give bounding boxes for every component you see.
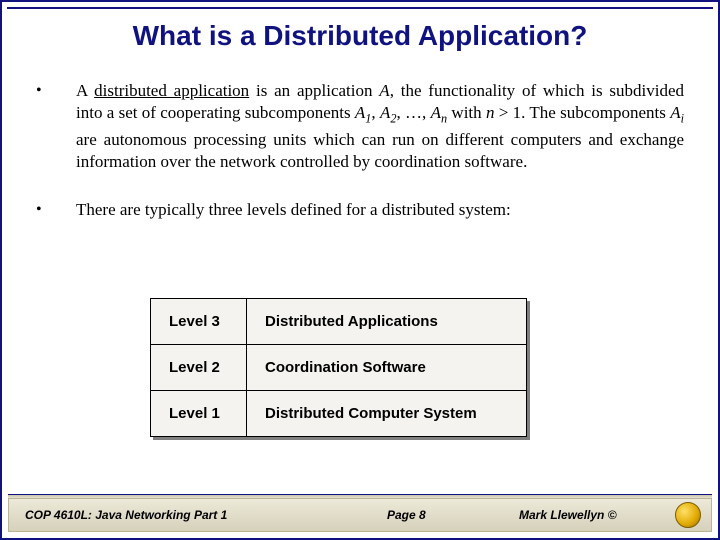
t: ,	[371, 103, 380, 122]
cell-level: Level 3	[151, 299, 247, 345]
bullet-marker: •	[36, 80, 50, 173]
sub-i: i	[681, 111, 684, 125]
slide-body: • A distributed application is an applic…	[36, 80, 684, 247]
slide: What is a Distributed Application? • A d…	[0, 0, 720, 540]
var-A2: A	[380, 103, 390, 122]
t: are autonomous processing units which ca…	[76, 130, 684, 171]
bullet-1: • A distributed application is an applic…	[36, 80, 684, 173]
bullet-2-text: There are typically three levels defined…	[76, 199, 684, 221]
bullet-1-text: A distributed application is an applicat…	[76, 80, 684, 173]
table-row: Level 1 Distributed Computer System	[151, 391, 527, 437]
var-A: A	[379, 81, 389, 100]
bullet-2: • There are typically three levels defin…	[36, 199, 684, 221]
footer-course: COP 4610L: Java Networking Part 1	[25, 508, 227, 522]
var-An: A	[431, 103, 441, 122]
ucf-logo-icon	[675, 502, 701, 528]
var-Ai: A	[670, 103, 680, 122]
t: A	[76, 81, 94, 100]
cell-desc: Distributed Applications	[247, 299, 527, 345]
slide-title: What is a Distributed Application?	[2, 20, 718, 52]
table-row: Level 2 Coordination Software	[151, 345, 527, 391]
var-A1: A	[355, 103, 365, 122]
cell-level: Level 1	[151, 391, 247, 437]
bullet-marker: •	[36, 199, 50, 221]
t: is an application	[249, 81, 379, 100]
footer-page: Page 8	[387, 508, 426, 522]
table-row: Level 3 Distributed Applications	[151, 299, 527, 345]
top-rule	[7, 7, 713, 9]
t: > 1. The subcomponents	[494, 103, 670, 122]
cell-desc: Coordination Software	[247, 345, 527, 391]
footer-bar: COP 4610L: Java Networking Part 1 Page 8…	[8, 498, 712, 532]
t: , …,	[396, 103, 430, 122]
cell-desc: Distributed Computer System	[247, 391, 527, 437]
footer-author: Mark Llewellyn ©	[519, 508, 617, 522]
t: with	[447, 103, 486, 122]
levels-table: Level 3 Distributed Applications Level 2…	[150, 298, 527, 437]
underline-term: distributed application	[94, 81, 249, 100]
cell-level: Level 2	[151, 345, 247, 391]
